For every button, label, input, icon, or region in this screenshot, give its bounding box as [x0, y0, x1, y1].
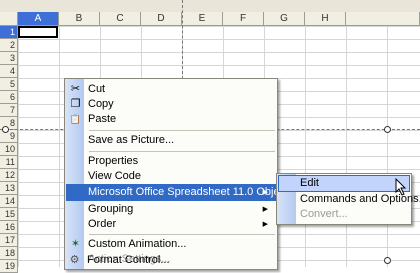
- menu-item-label: Save as Picture...: [88, 134, 175, 146]
- menu-separator: [89, 234, 275, 235]
- resize-handle[interactable]: [384, 126, 391, 133]
- menu-item-label: Order: [88, 218, 117, 230]
- mouse-cursor-icon: [395, 178, 407, 196]
- row-header[interactable]: 18: [0, 247, 18, 260]
- row-header[interactable]: 1: [0, 26, 18, 39]
- menu-item-label: Edit: [300, 177, 319, 189]
- menu-item-label: View Code: [88, 170, 141, 182]
- row-header[interactable]: 6: [0, 91, 18, 104]
- spreadsheet[interactable]: A B C D E F G H 1 2 3 4 5 6 7 8 9 10 11 …: [0, 0, 420, 273]
- menu-item-order[interactable]: Order ▶: [66, 216, 276, 233]
- menu-item-label: Grouping: [88, 203, 134, 215]
- animation-icon: ✶: [70, 238, 81, 250]
- row-header[interactable]: 12: [0, 169, 18, 182]
- menu-item-label: Format Control...: [87, 254, 170, 266]
- row-header[interactable]: 16: [0, 221, 18, 234]
- menu-item-label: Cut: [88, 83, 106, 95]
- submenu-arrow-icon: ▶: [262, 189, 268, 196]
- menu-separator: [89, 130, 275, 131]
- row-header[interactable]: 15: [0, 208, 18, 221]
- menu-item-label: Properties: [88, 155, 139, 167]
- scissors-icon: ✂: [70, 83, 81, 95]
- copy-icon: ❐: [70, 98, 81, 110]
- submenu-item-convert: Convert...: [278, 206, 410, 223]
- resize-handle[interactable]: [2, 126, 9, 133]
- resize-handle[interactable]: [384, 257, 391, 264]
- menu-item-label: Custom Animation...: [88, 238, 187, 250]
- column-header-h[interactable]: H: [305, 12, 346, 26]
- submenu-item-edit[interactable]: Edit: [278, 175, 410, 192]
- menu-item-format-control[interactable]: ⚙ Format Control...: [65, 252, 275, 269]
- column-header-f[interactable]: F: [223, 12, 264, 26]
- column-header-e[interactable]: E: [182, 12, 223, 26]
- row-header[interactable]: 13: [0, 182, 18, 195]
- context-menu: ✂ Cut ❐ Copy 📋 Paste Save as Picture... …: [64, 78, 288, 270]
- row-header[interactable]: 3: [0, 52, 18, 65]
- paste-icon: 📋: [69, 114, 82, 124]
- submenu-arrow-icon: ▶: [262, 221, 268, 228]
- menu-item-paste[interactable]: 📋 Paste: [66, 111, 276, 128]
- menu-item-view-code[interactable]: View Code: [66, 168, 276, 185]
- menu-separator: [89, 151, 275, 152]
- menu-item-save-as-picture[interactable]: Save as Picture...: [66, 132, 276, 149]
- column-header-c[interactable]: C: [100, 12, 141, 26]
- row-header[interactable]: 10: [0, 143, 18, 156]
- row-header[interactable]: 7: [0, 104, 18, 117]
- menu-item-label: Microsoft Office Spreadsheet 11.0 Object: [88, 186, 289, 198]
- row-header[interactable]: 4: [0, 65, 18, 78]
- column-header-blank: [346, 12, 420, 26]
- select-all-corner[interactable]: [0, 12, 18, 26]
- row-header[interactable]: 17: [0, 234, 18, 247]
- submenu: Edit Commands and Options... Convert...: [276, 173, 420, 225]
- menu-item-label: Convert...: [300, 208, 348, 220]
- row-header[interactable]: 2: [0, 39, 18, 52]
- menu-item-spreadsheet-object[interactable]: Microsoft Office Spreadsheet 11.0 Object…: [66, 184, 288, 201]
- row-header[interactable]: 5: [0, 78, 18, 91]
- row-header[interactable]: 14: [0, 195, 18, 208]
- row-header[interactable]: 11: [0, 156, 18, 169]
- column-header-g[interactable]: G: [264, 12, 305, 26]
- column-header-b[interactable]: B: [59, 12, 100, 26]
- menu-item-label: Paste: [88, 113, 117, 125]
- active-cell[interactable]: [18, 26, 58, 38]
- column-header-d[interactable]: D: [141, 12, 182, 26]
- menu-item-label: Copy: [88, 98, 114, 110]
- format-control-icon: ⚙: [69, 254, 80, 266]
- column-header-a[interactable]: A: [18, 12, 59, 26]
